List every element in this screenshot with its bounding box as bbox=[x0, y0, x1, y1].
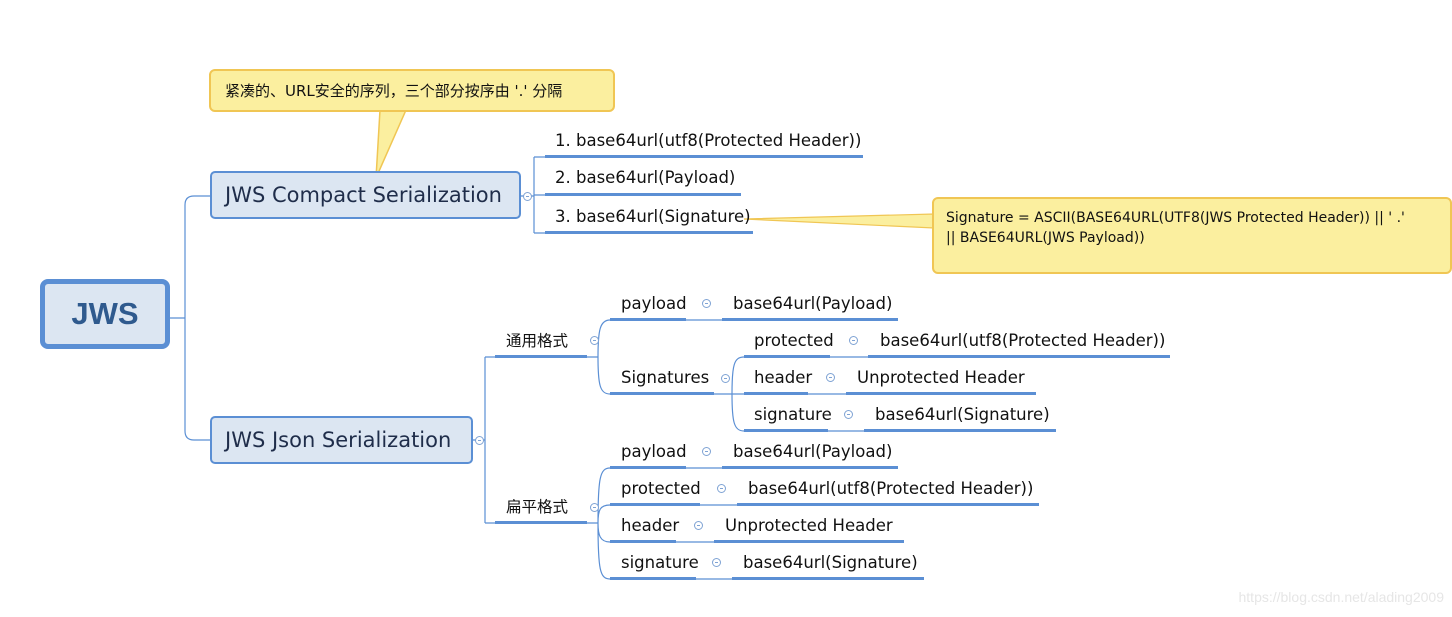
general-payload-key-underline bbox=[610, 318, 686, 321]
signatures-protected-value[interactable]: base64url(utf8(Protected Header)) bbox=[880, 331, 1165, 351]
flat-signature-key[interactable]: signature bbox=[621, 553, 699, 573]
collapse-toggle-icon[interactable] bbox=[590, 503, 599, 512]
flat-payload-key-underline bbox=[610, 466, 686, 469]
general-format-underline bbox=[495, 355, 587, 358]
compact-item-1[interactable]: 1. base64url(utf8(Protected Header)) bbox=[555, 131, 861, 151]
signature-note-line-2: || BASE64URL(JWS Payload)) bbox=[946, 230, 1145, 246]
collapse-toggle-icon[interactable] bbox=[826, 373, 835, 382]
compact-item-2-underline bbox=[545, 193, 741, 196]
collapse-toggle-icon[interactable] bbox=[702, 299, 711, 308]
connector-general bbox=[586, 319, 611, 395]
flat-header-key[interactable]: header bbox=[621, 516, 679, 536]
connector-root bbox=[170, 195, 210, 441]
flat-format-label[interactable]: 扁平格式 bbox=[506, 497, 568, 517]
collapse-toggle-icon[interactable] bbox=[721, 374, 730, 383]
signatures-signature-value-underline bbox=[864, 429, 1056, 432]
general-format-label[interactable]: 通用格式 bbox=[506, 331, 568, 351]
json-serialization-node[interactable]: JWS Json Serialization bbox=[210, 416, 473, 464]
compact-serialization-node[interactable]: JWS Compact Serialization bbox=[210, 171, 521, 219]
flat-payload-value-underline bbox=[722, 466, 898, 469]
flat-format-underline bbox=[495, 521, 587, 524]
json-serialization-label: JWS Json Serialization bbox=[225, 428, 452, 452]
collapse-toggle-icon[interactable] bbox=[849, 336, 858, 345]
signatures-protected-value-underline bbox=[868, 355, 1170, 358]
root-node[interactable]: JWS bbox=[40, 279, 170, 349]
flat-signature-value-underline bbox=[732, 577, 924, 580]
connector-signatures bbox=[714, 356, 745, 432]
flat-protected-key-underline bbox=[610, 503, 700, 506]
collapse-toggle-icon[interactable] bbox=[702, 447, 711, 456]
collapse-toggle-icon[interactable] bbox=[475, 436, 484, 445]
signatures-header-value-underline bbox=[846, 392, 1036, 395]
collapse-toggle-icon[interactable] bbox=[717, 484, 726, 493]
compact-item-2[interactable]: 2. base64url(Payload) bbox=[555, 168, 735, 188]
signatures-header-key[interactable]: header bbox=[754, 368, 812, 388]
flat-header-key-underline bbox=[610, 540, 676, 543]
signatures-label[interactable]: Signatures bbox=[621, 368, 709, 388]
flat-header-value-underline bbox=[714, 540, 904, 543]
signatures-signature-value[interactable]: base64url(Signature) bbox=[875, 405, 1050, 425]
flat-signature-value[interactable]: base64url(Signature) bbox=[743, 553, 918, 573]
signatures-underline bbox=[610, 392, 714, 395]
collapse-toggle-icon[interactable] bbox=[844, 410, 853, 419]
collapse-toggle-icon[interactable] bbox=[694, 521, 703, 530]
signature-note-line-1: Signature = ASCII(BASE64URL(UTF8(JWS Pro… bbox=[946, 210, 1405, 226]
flat-protected-value[interactable]: base64url(utf8(Protected Header)) bbox=[748, 479, 1033, 499]
flat-payload-value[interactable]: base64url(Payload) bbox=[733, 442, 892, 462]
flat-signature-key-underline bbox=[610, 577, 696, 580]
flat-protected-value-underline bbox=[737, 503, 1039, 506]
general-payload-key[interactable]: payload bbox=[621, 294, 687, 314]
signatures-header-key-underline bbox=[744, 392, 808, 395]
collapse-toggle-icon[interactable] bbox=[590, 336, 599, 345]
signatures-protected-key-underline bbox=[744, 355, 830, 358]
collapse-toggle-icon[interactable] bbox=[712, 558, 721, 567]
compact-item-1-underline bbox=[545, 155, 863, 158]
flat-payload-key[interactable]: payload bbox=[621, 442, 687, 462]
general-payload-value-underline bbox=[722, 318, 898, 321]
compact-serialization-label: JWS Compact Serialization bbox=[225, 183, 502, 207]
signatures-protected-key[interactable]: protected bbox=[754, 331, 834, 351]
compact-item-3-underline bbox=[545, 231, 753, 234]
compact-callout-text: 紧凑的、URL安全的序列，三个部分按序由 '.' 分隔 bbox=[225, 82, 563, 100]
compact-callout: 紧凑的、URL安全的序列，三个部分按序由 '.' 分隔 bbox=[209, 69, 615, 112]
collapse-toggle-icon[interactable] bbox=[523, 192, 532, 201]
flat-protected-key[interactable]: protected bbox=[621, 479, 701, 499]
callout-pointer bbox=[375, 109, 408, 179]
signature-note-callout: Signature = ASCII(BASE64URL(UTF8(JWS Pro… bbox=[932, 197, 1452, 274]
compact-item-3[interactable]: 3. base64url(Signature) bbox=[555, 207, 751, 227]
root-label: JWS bbox=[71, 296, 139, 331]
watermark: https://blog.csdn.net/alading2009 bbox=[1238, 589, 1445, 605]
signature-note-pointer bbox=[743, 213, 935, 229]
signatures-signature-key[interactable]: signature bbox=[754, 405, 832, 425]
general-payload-value[interactable]: base64url(Payload) bbox=[733, 294, 892, 314]
signatures-header-value[interactable]: Unprotected Header bbox=[857, 368, 1025, 388]
signatures-signature-key-underline bbox=[744, 429, 828, 432]
flat-header-value[interactable]: Unprotected Header bbox=[725, 516, 893, 536]
connector-flat bbox=[586, 467, 611, 580]
